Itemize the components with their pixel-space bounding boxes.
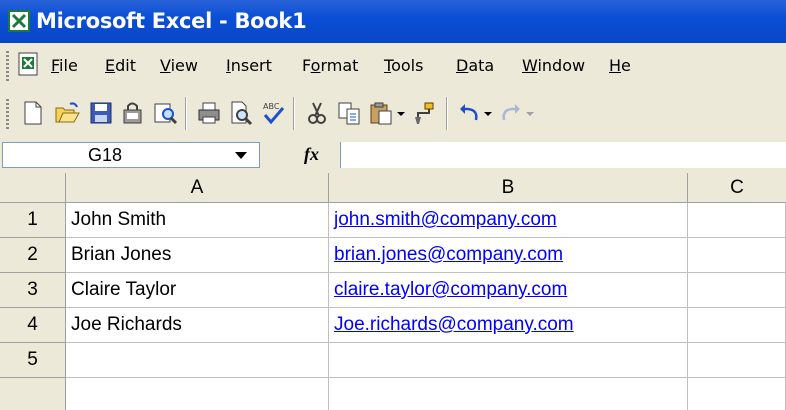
cell-c1[interactable] [688,203,786,238]
menu-format[interactable]: Format [302,56,358,75]
cell-c2[interactable] [688,238,786,273]
menu-data[interactable]: Data [456,56,494,75]
worksheet-grid: A B C 1 John Smith john.smith@company.co… [0,173,786,410]
row-header-3[interactable]: 3 [0,273,66,308]
cell-c4[interactable] [688,308,786,343]
format-painter-icon[interactable] [410,100,436,126]
menu-help[interactable]: He [609,56,631,75]
toolbar-separator [293,97,295,130]
excel-app-icon [8,10,30,32]
permission-icon[interactable] [120,100,146,126]
cell-b2-email-link[interactable]: brian.jones@company.com [329,238,688,273]
cell-b4-email-link[interactable]: Joe.richards@company.com [329,308,688,343]
cut-icon[interactable] [304,100,330,126]
menu-file[interactable]: File [51,56,78,75]
cell-b6[interactable] [329,378,688,410]
menu-bar: File Edit View Insert Format Tools Data … [0,43,786,89]
print-preview-icon[interactable] [228,100,254,126]
redo-icon[interactable] [500,100,522,126]
column-header-c[interactable]: C [688,173,786,203]
cell-a2[interactable]: Brian Jones [66,238,329,273]
menu-insert[interactable]: Insert [226,56,272,75]
cell-a6[interactable] [66,378,329,410]
undo-dropdown-arrow-icon[interactable] [482,100,494,126]
standard-toolbar: ABC [0,89,786,138]
cell-c6[interactable] [688,378,786,410]
row-header-1[interactable]: 1 [0,203,66,238]
svg-text:ABC: ABC [263,102,280,111]
window-title: Microsoft Excel - Book1 [36,9,307,33]
title-bar[interactable]: Microsoft Excel - Book1 [0,0,786,43]
name-box-dropdown-icon[interactable] [235,152,247,159]
workbook-control-icon[interactable] [16,52,40,76]
cell-a5[interactable] [66,343,329,378]
formula-bar: G18 fx [0,138,786,173]
row-header-4[interactable]: 4 [0,308,66,343]
menu-view[interactable]: View [160,56,198,75]
copy-icon[interactable] [336,100,362,126]
cell-a3[interactable]: Claire Taylor [66,273,329,308]
column-header-b[interactable]: B [329,173,688,203]
name-box-value: G18 [88,145,123,165]
redo-dropdown-arrow-icon[interactable] [524,100,536,126]
cell-b1-email-link[interactable]: john.smith@company.com [329,203,688,238]
undo-icon[interactable] [458,100,480,126]
cell-a4[interactable]: Joe Richards [66,308,329,343]
cell-c5[interactable] [688,343,786,378]
menu-edit[interactable]: Edit [105,56,136,75]
toolbar-separator [446,97,448,130]
print-icon[interactable] [196,100,222,126]
menu-grip[interactable] [6,51,9,81]
save-icon[interactable] [88,100,114,126]
menu-tools[interactable]: Tools [384,56,423,75]
spelling-icon[interactable]: ABC [260,100,286,126]
name-box[interactable]: G18 [2,142,260,168]
select-all-corner[interactable] [0,173,66,203]
cell-a1[interactable]: John Smith [66,203,329,238]
insert-function-icon[interactable]: fx [304,144,319,165]
cell-b3-email-link[interactable]: claire.taylor@company.com [329,273,688,308]
paste-dropdown-arrow-icon[interactable] [395,100,407,126]
paste-icon[interactable] [368,100,394,126]
toolbar-separator [185,97,187,130]
menu-window[interactable]: Window [522,56,585,75]
new-icon[interactable] [20,100,46,126]
open-icon[interactable] [54,100,80,126]
formula-input[interactable] [340,142,786,168]
cell-c3[interactable] [688,273,786,308]
column-header-a[interactable]: A [66,173,329,203]
row-header-6[interactable] [0,378,66,410]
cell-b5[interactable] [329,343,688,378]
toolbar-grip[interactable] [6,99,9,129]
research-icon[interactable] [152,100,178,126]
row-header-5[interactable]: 5 [0,343,66,378]
row-header-2[interactable]: 2 [0,238,66,273]
